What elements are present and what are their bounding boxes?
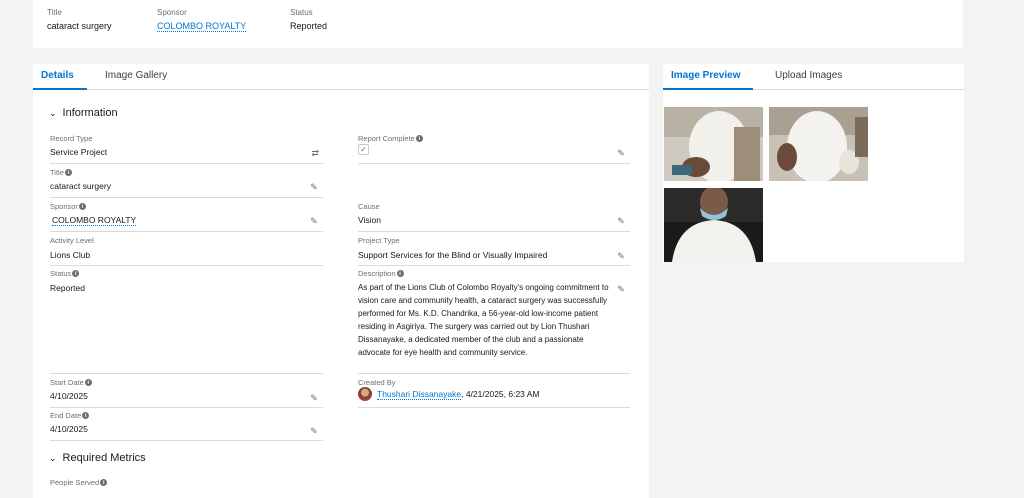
cause-label: Cause	[358, 202, 380, 211]
status-label: Status i	[50, 269, 80, 278]
field-report-complete: Report Complete i ✓ ✎	[358, 134, 630, 164]
record-type-value: Service Project	[50, 147, 108, 157]
field-cause: Cause Vision ✎	[358, 202, 630, 232]
pencil-icon[interactable]: ✎	[309, 426, 319, 436]
field-start-date: Start Date i 4/10/2025 ✎	[50, 378, 323, 408]
section-information[interactable]: ⌄ Information	[49, 107, 118, 119]
field-end-date: End Date i 4/10/2025 ✎	[50, 411, 323, 441]
tab-image-preview[interactable]: Image Preview	[671, 70, 740, 81]
sponsor-label: Sponsor i	[50, 202, 86, 211]
description-value: As part of the Lions Club of Colombo Roy…	[358, 283, 609, 357]
pencil-icon[interactable]: ✎	[309, 216, 319, 226]
created-by-value: Thushari Dissanayake, 4/21/2025, 6:23 AM	[377, 389, 540, 400]
report-complete-checkbox[interactable]: ✓	[358, 144, 369, 155]
details-tabs: Details Image Gallery	[33, 64, 649, 90]
created-by-label: Created By	[358, 378, 396, 387]
info-icon: i	[72, 270, 80, 277]
pencil-icon[interactable]: ✎	[309, 393, 319, 403]
highlight-status-value: Reported	[290, 21, 328, 31]
highlight-sponsor-link[interactable]: COLOMBO ROYALTY	[157, 21, 247, 32]
field-created-by: Created By Thushari Dissanayake, 4/21/20…	[358, 378, 630, 408]
report-complete-label: Report Complete i	[358, 134, 423, 143]
highlight-title-label: Title	[47, 8, 62, 17]
start-date-label: Start Date i	[50, 378, 92, 387]
info-icon: i	[396, 270, 404, 277]
tab-upload-images[interactable]: Upload Images	[775, 70, 842, 81]
title-value: cataract surgery	[50, 181, 111, 191]
highlights-panel: Title cataract surgery Sponsor COLOMBO R…	[33, 0, 963, 48]
field-description: Description i As part of the Lions Club o…	[358, 269, 630, 374]
field-people-served: People Served i	[50, 478, 323, 498]
section-information-title: Information	[62, 107, 118, 119]
highlight-title-value: cataract surgery	[47, 21, 112, 31]
field-sponsor: Sponsor i COLOMBO ROYALTY ✎	[50, 202, 323, 232]
info-icon: i	[84, 379, 92, 386]
info-icon: i	[100, 479, 108, 486]
info-icon: i	[415, 135, 423, 142]
field-title: Title i cataract surgery ✎	[50, 168, 323, 198]
end-date-value: 4/10/2025	[50, 424, 88, 434]
end-date-label: End Date i	[50, 411, 90, 420]
image-thumbnail[interactable]	[664, 188, 763, 262]
tab-image-gallery[interactable]: Image Gallery	[105, 70, 167, 81]
field-activity-level: Activity Level Lions Club	[50, 236, 323, 266]
active-tab-indicator	[663, 88, 753, 90]
swap-icon[interactable]: ⇄	[311, 148, 319, 159]
checkmark-icon: ✓	[360, 145, 367, 154]
field-project-type: Project Type Support Services for the Bl…	[358, 236, 630, 266]
project-type-value: Support Services for the Blind or Visual…	[358, 250, 548, 260]
chevron-down-icon: ⌄	[49, 452, 57, 463]
people-served-label: People Served i	[50, 478, 108, 487]
section-required-metrics-title: Required Metrics	[62, 452, 146, 464]
cause-value: Vision	[358, 215, 381, 225]
start-date-value: 4/10/2025	[50, 391, 88, 401]
highlight-sponsor: Sponsor COLOMBO ROYALTY	[157, 8, 247, 32]
details-card: Details Image Gallery ⌄ Information Reco…	[33, 64, 649, 498]
project-type-label: Project Type	[358, 236, 400, 245]
record-type-label: Record Type	[50, 134, 93, 143]
field-status: Status i Reported	[50, 269, 323, 374]
activity-level-value: Lions Club	[50, 250, 91, 260]
sponsor-link[interactable]: COLOMBO ROYALTY	[52, 215, 137, 226]
description-label: Description i	[358, 269, 404, 278]
highlight-status-label: Status	[290, 8, 313, 17]
pencil-icon[interactable]: ✎	[616, 251, 626, 261]
created-by-time: , 4/21/2025, 6:23 AM	[461, 389, 540, 399]
created-by-user-link[interactable]: Thushari Dissanayake	[377, 389, 462, 400]
image-tabs: Image Preview Upload Images	[663, 64, 964, 90]
info-icon: i	[78, 203, 86, 210]
image-preview-card: Image Preview Upload Images	[663, 64, 964, 262]
highlight-status: Status Reported	[290, 8, 327, 31]
status-value: Reported	[50, 283, 85, 293]
info-icon: i	[64, 169, 72, 176]
pencil-icon[interactable]: ✎	[616, 284, 626, 294]
pencil-icon[interactable]: ✎	[616, 148, 626, 158]
image-thumbnail[interactable]	[664, 107, 763, 181]
tab-details[interactable]: Details	[41, 70, 74, 81]
field-record-type: Record Type Service Project ⇄	[50, 134, 323, 164]
chevron-down-icon: ⌄	[49, 107, 57, 118]
active-tab-indicator	[33, 88, 87, 90]
pencil-icon[interactable]: ✎	[309, 182, 319, 192]
section-required-metrics[interactable]: ⌄ Required Metrics	[49, 452, 146, 464]
activity-level-label: Activity Level	[50, 236, 94, 245]
highlight-sponsor-label: Sponsor	[157, 8, 187, 17]
highlight-title: Title cataract surgery	[47, 8, 112, 31]
title-label: Title i	[50, 168, 72, 177]
info-icon: i	[82, 412, 90, 419]
image-thumbnail[interactable]	[769, 107, 868, 181]
avatar[interactable]	[358, 387, 372, 401]
pencil-icon[interactable]: ✎	[616, 216, 626, 226]
